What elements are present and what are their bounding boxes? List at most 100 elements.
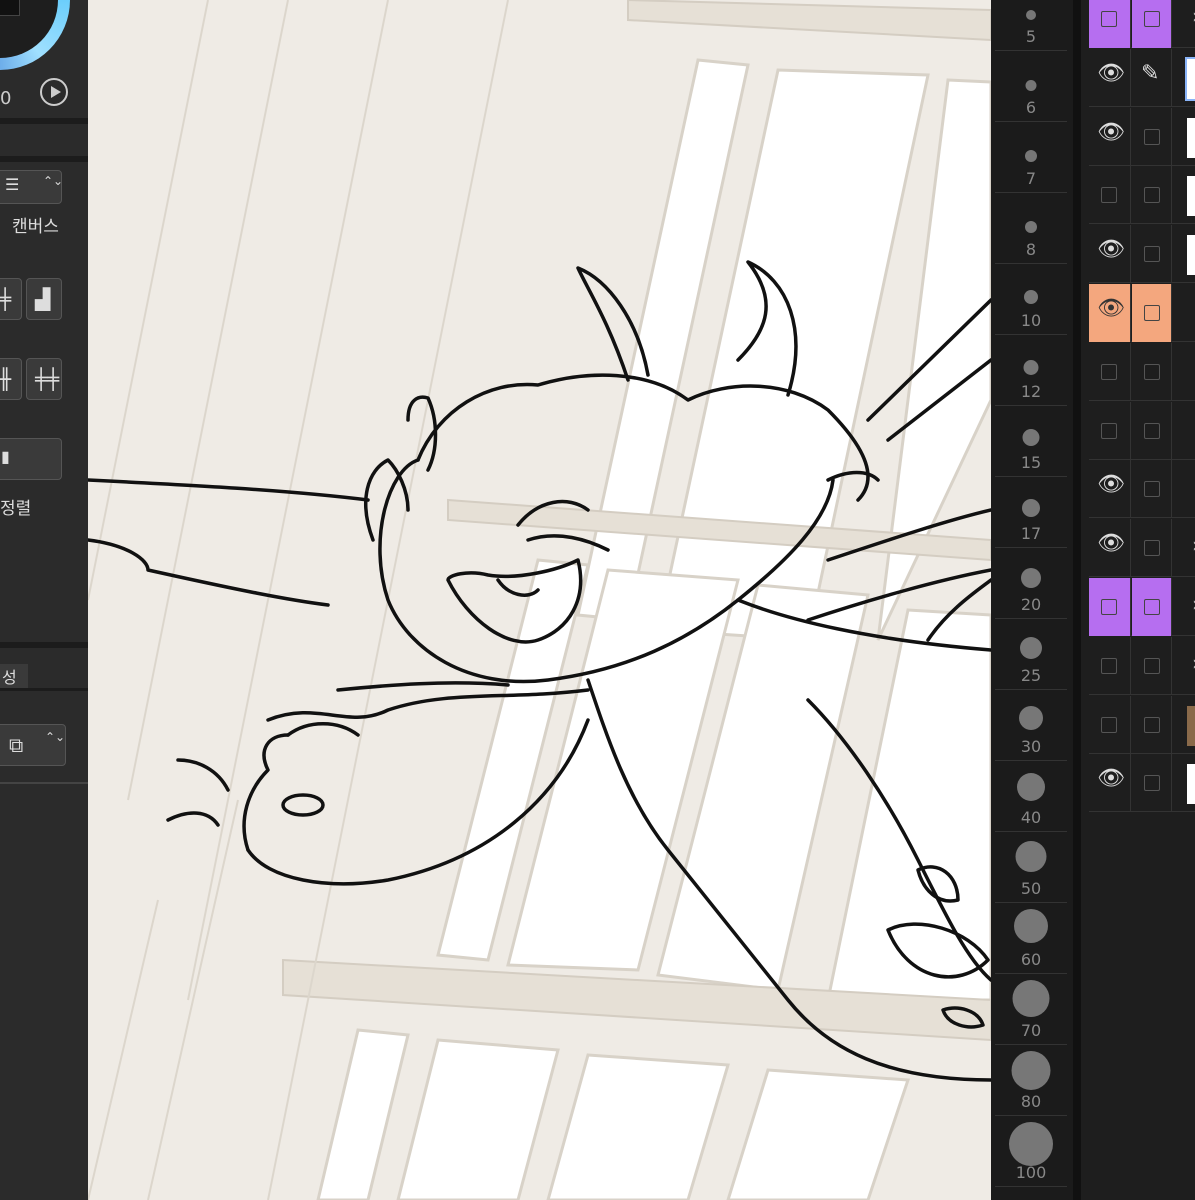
layer-visibility-toggle[interactable]: 👁 [1089, 754, 1131, 812]
layer-row[interactable] [1089, 166, 1195, 224]
layer-lock-toggle[interactable] [1132, 108, 1172, 166]
hidden-checkbox-icon [1101, 599, 1117, 615]
brush-size-palette: 5 6 7 8 10 12 15 17 20 25 30 40 50 60 70 80 100 [991, 0, 1073, 1200]
align-center-button[interactable]: ╪ [0, 278, 22, 320]
brush-size-dot [1025, 80, 1037, 91]
layer-lock-toggle[interactable] [1132, 402, 1172, 460]
layer-thumbnail-cell [1173, 343, 1195, 401]
layer-row[interactable] [1089, 343, 1195, 401]
layer-lock-toggle[interactable] [1132, 343, 1172, 401]
layer-thumbnail [1187, 176, 1195, 216]
panel-divider [0, 118, 88, 124]
brush-size-item[interactable]: 80 [995, 1047, 1067, 1116]
layer-row[interactable]: 👁 [1089, 460, 1195, 518]
panel-divider [0, 156, 88, 162]
layer-visibility-toggle[interactable]: 👁 [1089, 49, 1131, 107]
eye-icon: 👁 [1097, 296, 1125, 321]
layer-thumbnail-cell [1173, 49, 1195, 107]
layer-visibility-toggle[interactable]: 👁 [1089, 108, 1131, 166]
canvas-align-dropdown[interactable]: ☰ ⌃⌄ [0, 170, 63, 204]
align-bottom-button[interactable]: ▟ [26, 278, 62, 320]
layer-visibility-toggle[interactable] [1089, 166, 1131, 224]
eye-icon: 👁 [1097, 531, 1125, 556]
distribute-spacing-button[interactable]: ╪╪ [26, 358, 62, 400]
layer-visibility-toggle[interactable] [1089, 0, 1131, 48]
align-button[interactable]: ▮ [0, 438, 62, 480]
brush-size-item[interactable]: 5 [995, 0, 1067, 51]
brush-size-dot [1015, 841, 1047, 872]
brush-size-dot [1025, 221, 1037, 233]
brush-size-item[interactable]: 20 [995, 550, 1067, 619]
play-icon[interactable] [40, 78, 68, 106]
lock-checkbox-icon [1144, 129, 1160, 145]
layer-row[interactable]: › [1089, 637, 1195, 695]
properties-tab[interactable]: 성 [0, 664, 28, 688]
layer-thumbnail [1187, 235, 1195, 275]
layer-row[interactable]: › [1089, 578, 1195, 636]
layer-visibility-toggle[interactable]: 👁 [1089, 519, 1131, 577]
brush-size-dot [1025, 150, 1037, 162]
layer-thumbnail-cell [1173, 460, 1195, 518]
layer-visibility-toggle[interactable] [1089, 696, 1131, 754]
layer-visibility-toggle[interactable]: 👁 [1089, 460, 1131, 518]
brush-size-dot [1017, 773, 1045, 801]
brush-size-item[interactable]: 17 [995, 479, 1067, 548]
brush-size-item[interactable]: 8 [995, 195, 1067, 264]
brush-size-item[interactable]: 40 [995, 763, 1067, 832]
brush-size-item[interactable]: 70 [995, 976, 1067, 1045]
brush-size-label: 60 [1020, 950, 1042, 969]
layer-lock-toggle[interactable] [1132, 166, 1172, 224]
brush-size-item[interactable]: 30 [995, 692, 1067, 761]
brush-size-label: 10 [1020, 311, 1042, 330]
layer-thumbnail-cell: › [1173, 578, 1195, 636]
layer-visibility-toggle[interactable]: 👁 [1089, 284, 1131, 342]
layer-lock-toggle[interactable] [1132, 284, 1172, 342]
layer-lock-toggle[interactable] [1132, 0, 1172, 48]
layer-row[interactable]: 👁 [1089, 754, 1195, 812]
layer-row[interactable]: 👁 [1089, 225, 1195, 283]
layer-row[interactable]: 👁⌄ [1089, 284, 1195, 342]
layer-lock-toggle[interactable]: ✎ [1132, 49, 1172, 107]
brush-size-item[interactable]: 10 [995, 266, 1067, 335]
brush-size-item[interactable]: 7 [995, 124, 1067, 193]
layer-lock-toggle[interactable] [1132, 696, 1172, 754]
brush-size-item[interactable]: 60 [995, 905, 1067, 974]
drawing-canvas[interactable] [88, 0, 991, 1200]
lock-checkbox-icon [1144, 658, 1160, 674]
layer-lock-toggle[interactable] [1132, 460, 1172, 518]
brush-size-item[interactable]: 100 [995, 1118, 1067, 1187]
brush-size-item[interactable]: 6 [995, 53, 1067, 122]
layer-visibility-toggle[interactable] [1089, 402, 1131, 460]
layer-lock-toggle[interactable] [1132, 578, 1172, 636]
brush-size-label: 25 [1020, 666, 1042, 685]
brush-size-item[interactable]: 12 [995, 337, 1067, 406]
layer-lock-toggle[interactable] [1132, 637, 1172, 695]
brush-size-dot [1020, 637, 1042, 659]
distribute-horizontal-button[interactable]: ╫ [0, 358, 22, 400]
brush-size-label: 30 [1020, 737, 1042, 756]
layer-copy-icon: ⧉ [9, 733, 24, 757]
lock-checkbox-icon [1144, 423, 1160, 439]
layer-visibility-toggle[interactable]: 👁 [1089, 225, 1131, 283]
blend-mode-dropdown[interactable]: ⧉ ⌃⌄ [0, 724, 66, 766]
eye-icon: 👁 [1097, 61, 1125, 86]
layer-visibility-toggle[interactable] [1089, 343, 1131, 401]
align-bottom-icon: ▟ [35, 287, 51, 311]
layer-row[interactable] [1089, 402, 1195, 460]
layer-thumbnail-cell: ⌄ [1173, 284, 1195, 342]
layer-visibility-toggle[interactable] [1089, 578, 1131, 636]
current-color-swatch[interactable] [0, 0, 20, 16]
layer-row[interactable]: 👁 [1089, 108, 1195, 166]
brush-size-item[interactable]: 25 [995, 621, 1067, 690]
brush-size-item[interactable]: 50 [995, 834, 1067, 903]
layer-row[interactable] [1089, 696, 1195, 754]
layer-row[interactable]: 👁› [1089, 519, 1195, 577]
layer-lock-toggle[interactable] [1132, 225, 1172, 283]
layer-lock-toggle[interactable] [1132, 519, 1172, 577]
layer-lock-toggle[interactable] [1132, 754, 1172, 812]
layer-row[interactable]: › [1089, 0, 1195, 48]
panel-divider [0, 688, 88, 691]
layer-visibility-toggle[interactable] [1089, 637, 1131, 695]
brush-size-item[interactable]: 15 [995, 408, 1067, 477]
layer-row[interactable]: 👁 ✎ [1089, 49, 1195, 107]
